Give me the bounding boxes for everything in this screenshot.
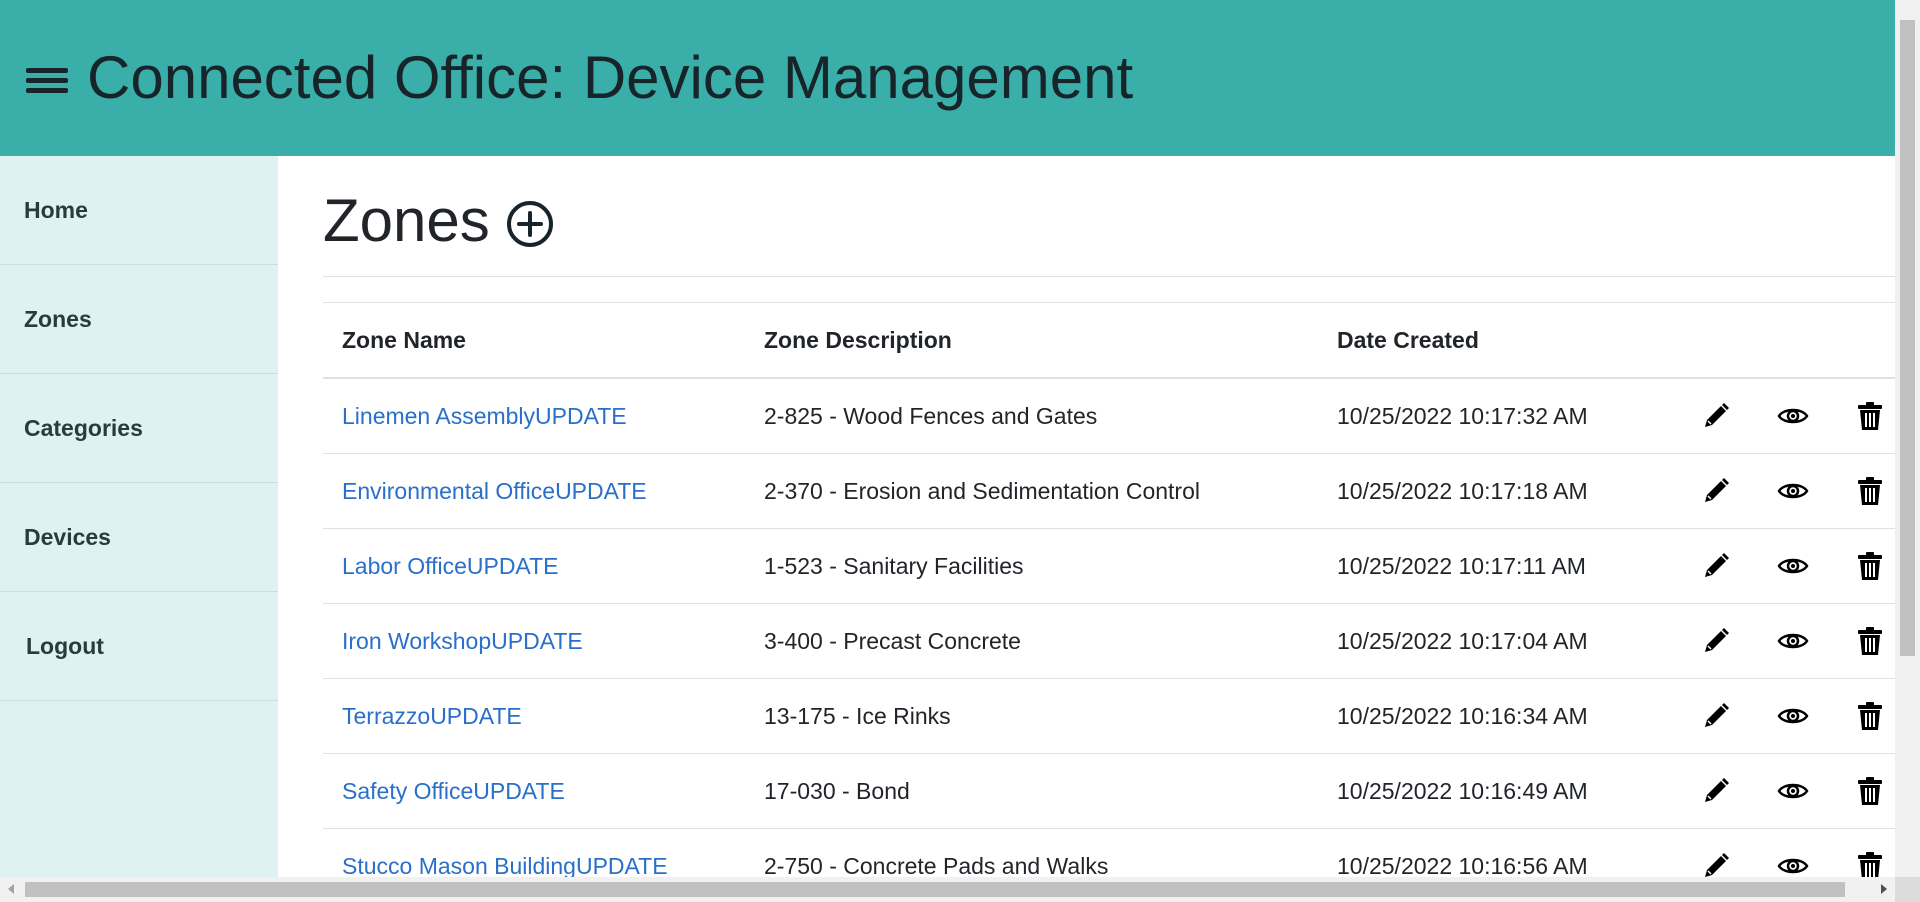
title-row: Zones — [323, 186, 554, 256]
trash-icon[interactable] — [1854, 700, 1886, 732]
horizontal-scroll-thumb[interactable] — [25, 882, 1845, 897]
date-created-cell: 10/25/2022 10:17:32 AM — [1318, 378, 1681, 454]
date-created-cell: 10/25/2022 10:16:49 AM — [1318, 753, 1681, 829]
horizontal-scrollbar[interactable] — [0, 877, 1895, 902]
zone-name-link[interactable]: Environmental OfficeUPDATE — [342, 478, 647, 504]
column-header-actions — [1681, 302, 1895, 379]
sidebar-item-categories[interactable]: Categories — [0, 374, 278, 483]
title-divider — [323, 276, 1895, 277]
zone-name-cell: Safety OfficeUPDATE — [323, 753, 745, 829]
page-title: Zones — [323, 187, 490, 254]
table-row: Linemen AssemblyUPDATE 2-825 - Wood Fence… — [323, 378, 1895, 454]
column-header-date-created[interactable]: Date Created — [1318, 302, 1681, 379]
pencil-icon[interactable] — [1700, 850, 1732, 877]
pencil-icon[interactable] — [1700, 550, 1732, 582]
main-content: Zones Zone Name Zone Description Date Cr… — [278, 156, 1895, 877]
zone-name-cell: Environmental OfficeUPDATE — [323, 453, 745, 529]
zone-description-cell: 2-750 - Concrete Pads and Walks — [745, 828, 1318, 877]
app-header: Connected Office: Device Management — [0, 0, 1895, 156]
trash-icon[interactable] — [1854, 475, 1886, 507]
scroll-right-icon[interactable] — [1881, 884, 1887, 894]
actions-cell — [1681, 753, 1895, 829]
zone-name-cell: Iron WorkshopUPDATE — [323, 603, 745, 679]
zone-name-link[interactable]: Iron WorkshopUPDATE — [342, 628, 583, 654]
date-created-cell: 10/25/2022 10:16:56 AM — [1318, 828, 1681, 877]
eye-icon[interactable] — [1777, 700, 1809, 732]
eye-icon[interactable] — [1777, 850, 1809, 877]
sidebar-item-home[interactable]: Home — [0, 156, 278, 265]
pencil-icon[interactable] — [1700, 400, 1732, 432]
actions-cell — [1681, 678, 1895, 754]
hamburger-menu-icon[interactable] — [26, 64, 68, 98]
table-row: Environmental OfficeUPDATE 2-370 - Erosio… — [323, 453, 1895, 529]
pencil-icon[interactable] — [1700, 625, 1732, 657]
zone-name-link[interactable]: Safety OfficeUPDATE — [342, 778, 565, 804]
trash-icon[interactable] — [1854, 550, 1886, 582]
zone-description-cell: 2-825 - Wood Fences and Gates — [745, 378, 1318, 454]
page: Connected Office: Device Management Home… — [0, 0, 1895, 877]
zone-name-link[interactable]: Linemen AssemblyUPDATE — [342, 403, 627, 429]
actions-cell — [1681, 828, 1895, 877]
zone-name-link[interactable]: Labor OfficeUPDATE — [342, 553, 558, 579]
table-row: Stucco Mason BuildingUPDATE 2-750 - Concr… — [323, 828, 1895, 878]
table-body: Linemen AssemblyUPDATE 2-825 - Wood Fence… — [323, 378, 1895, 877]
date-created-cell: 10/25/2022 10:17:11 AM — [1318, 528, 1681, 604]
pencil-icon[interactable] — [1700, 775, 1732, 807]
plus-circle-icon[interactable] — [506, 200, 554, 248]
eye-icon[interactable] — [1777, 775, 1809, 807]
pencil-icon[interactable] — [1700, 700, 1732, 732]
zone-description-cell: 3-400 - Precast Concrete — [745, 603, 1318, 679]
table-row: Labor OfficeUPDATE 1-523 - Sanitary Facil… — [323, 528, 1895, 604]
column-header-zone-name[interactable]: Zone Name — [323, 302, 745, 379]
trash-icon[interactable] — [1854, 850, 1886, 877]
trash-icon[interactable] — [1854, 625, 1886, 657]
eye-icon[interactable] — [1777, 400, 1809, 432]
table-row: Iron WorkshopUPDATE 3-400 - Precast Concr… — [323, 603, 1895, 679]
zone-name-cell: TerrazzoUPDATE — [323, 678, 745, 754]
zone-description-cell: 1-523 - Sanitary Facilities — [745, 528, 1318, 604]
zone-description-cell: 13-175 - Ice Rinks — [745, 678, 1318, 754]
date-created-cell: 10/25/2022 10:17:18 AM — [1318, 453, 1681, 529]
table-row: Safety OfficeUPDATE 17-030 - Bond 10/25/20… — [323, 753, 1895, 829]
zone-name-cell: Linemen AssemblyUPDATE — [323, 378, 745, 454]
table-row: TerrazzoUPDATE 13-175 - Ice Rinks 10/25/20… — [323, 678, 1895, 754]
eye-icon[interactable] — [1777, 625, 1809, 657]
column-header-zone-description[interactable]: Zone Description — [745, 302, 1318, 379]
eye-icon[interactable] — [1777, 550, 1809, 582]
pencil-icon[interactable] — [1700, 475, 1732, 507]
trash-icon[interactable] — [1854, 400, 1886, 432]
date-created-cell: 10/25/2022 10:17:04 AM — [1318, 603, 1681, 679]
scrollbar-corner — [1895, 877, 1920, 902]
eye-icon[interactable] — [1777, 475, 1809, 507]
zone-name-link[interactable]: TerrazzoUPDATE — [342, 703, 522, 729]
actions-cell — [1681, 378, 1895, 454]
vertical-scroll-thumb[interactable] — [1900, 20, 1915, 656]
sidebar: Home Zones Categories Devices Logout — [0, 156, 278, 877]
app-title: Connected Office: Device Management — [87, 44, 1134, 111]
zone-name-cell: Labor OfficeUPDATE — [323, 528, 745, 604]
actions-cell — [1681, 603, 1895, 679]
zones-table: Zone Name Zone Description Date Created … — [323, 302, 1895, 877]
actions-cell — [1681, 528, 1895, 604]
date-created-cell: 10/25/2022 10:16:34 AM — [1318, 678, 1681, 754]
sidebar-item-zones[interactable]: Zones — [0, 265, 278, 374]
zone-description-cell: 2-370 - Erosion and Sedimentation Contro… — [745, 453, 1318, 529]
actions-cell — [1681, 453, 1895, 529]
sidebar-item-devices[interactable]: Devices — [0, 483, 278, 592]
table-header-row: Zone Name Zone Description Date Created — [323, 302, 1895, 379]
zone-description-cell: 17-030 - Bond — [745, 753, 1318, 829]
zone-name-cell: Stucco Mason BuildingUPDATE — [323, 828, 745, 878]
scroll-left-icon[interactable] — [8, 884, 14, 894]
vertical-scrollbar[interactable] — [1895, 0, 1920, 877]
zone-name-link[interactable]: Stucco Mason BuildingUPDATE — [342, 853, 668, 878]
trash-icon[interactable] — [1854, 775, 1886, 807]
sidebar-item-logout[interactable]: Logout — [0, 592, 278, 701]
